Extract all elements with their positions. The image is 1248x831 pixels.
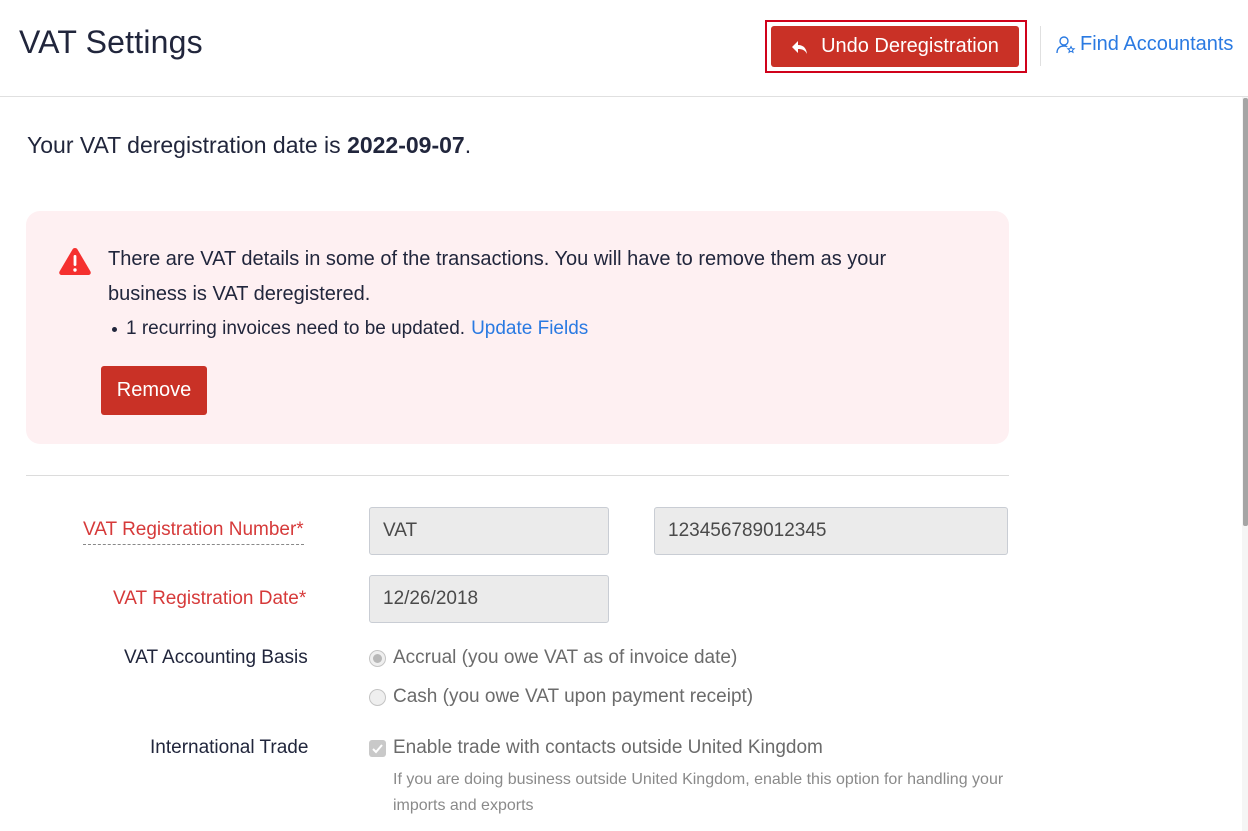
section-divider	[26, 475, 1009, 476]
deregistration-prefix: Your VAT deregistration date is	[27, 132, 348, 158]
international-trade-checkbox[interactable]	[369, 739, 386, 757]
international-trade-label: International Trade	[150, 737, 309, 758]
vat-details-alert: There are VAT details in some of the tra…	[26, 211, 1009, 444]
update-fields-link[interactable]: Update Fields	[471, 318, 588, 340]
vat-number-prefix-field[interactable]: VAT	[369, 507, 609, 555]
find-accountants-label: Find Accountants	[1080, 33, 1234, 55]
find-accountants-link[interactable]: Find Accountants	[1056, 33, 1233, 56]
page-header: VAT Settings Undo Deregistration Find Ac…	[0, 0, 1248, 97]
scrollbar-thumb[interactable]	[1243, 98, 1248, 526]
header-divider	[1040, 26, 1041, 66]
vat-registration-date-label: VAT Registration Date*	[113, 588, 307, 609]
international-trade-help-text: If you are doing business outside United…	[393, 771, 1004, 814]
alert-message: There are VAT details in some of the tra…	[108, 248, 887, 305]
accrual-radio-label: Accrual (you owe VAT as of invoice date)	[393, 647, 738, 668]
vat-accounting-basis-label: VAT Accounting Basis	[124, 647, 308, 668]
cash-radio-option[interactable]: Cash (you owe VAT upon payment receipt)	[369, 686, 753, 708]
vat-registration-date-field[interactable]: 12/26/2018	[369, 575, 609, 623]
warning-triangle-icon	[58, 246, 92, 276]
accrual-radio-option[interactable]: Accrual (you owe VAT as of invoice date)	[369, 647, 737, 669]
vat-registration-number-label[interactable]: VAT Registration Number*	[83, 519, 304, 545]
user-star-icon	[1056, 35, 1076, 55]
alert-bullet-item: 1 recurring invoices need to be updated.…	[108, 318, 588, 340]
page-title: VAT Settings	[19, 24, 203, 60]
vat-number-field[interactable]: 123456789012345	[654, 507, 1008, 555]
reply-arrow-icon	[791, 39, 809, 55]
accrual-radio[interactable]	[369, 649, 386, 667]
international-trade-option[interactable]: Enable trade with contacts outside Unite…	[369, 737, 823, 759]
cash-radio-label: Cash (you owe VAT upon payment receipt)	[393, 686, 754, 707]
cash-radio[interactable]	[369, 688, 386, 706]
undo-deregistration-button[interactable]: Undo Deregistration	[771, 26, 1019, 67]
bullet-dot	[112, 326, 117, 332]
international-trade-checkbox-label: Enable trade with contacts outside Unite…	[393, 737, 823, 758]
undo-deregistration-label: Undo Deregistration	[821, 35, 999, 57]
deregistration-date-text: Your VAT deregistration date is 2022-09-…	[27, 132, 471, 159]
alert-bullet-text: 1 recurring invoices need to be updated.	[126, 318, 466, 339]
deregistration-suffix: .	[464, 132, 472, 158]
undo-button-highlight: Undo Deregistration	[765, 20, 1027, 73]
remove-button[interactable]: Remove	[101, 366, 207, 415]
deregistration-date: 2022-09-07	[347, 132, 465, 158]
